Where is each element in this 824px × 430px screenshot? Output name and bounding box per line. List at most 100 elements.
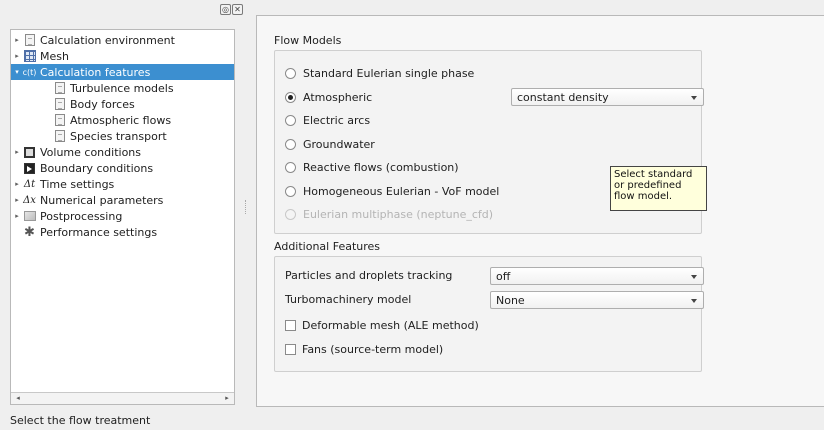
status-bar: Select the flow treatment — [0, 410, 824, 430]
tree-item-postprocessing[interactable]: ▸ Postprocessing — [11, 208, 234, 224]
radio-label: Electric arcs — [303, 114, 371, 127]
boundary-icon — [23, 162, 36, 175]
tooltip: Select standard or predefined flow model… — [610, 166, 707, 211]
tree-item-volume-conditions[interactable]: ▸ Volume conditions — [11, 144, 234, 160]
expand-arrow-icon[interactable]: ▸ — [11, 196, 23, 204]
additional-features-title: Additional Features — [274, 240, 381, 253]
tree-item-calculation-environment[interactable]: ▸ Calculation environment — [11, 32, 234, 48]
tooltip-line: Select standard — [614, 169, 693, 180]
tree-item-label: Boundary conditions — [40, 161, 154, 175]
tooltip-line: flow model. — [614, 191, 673, 202]
radio-button-icon[interactable] — [285, 139, 296, 150]
tree-item-label: Atmospheric flows — [70, 113, 172, 127]
chevron-down-icon — [691, 96, 697, 100]
turbomachinery-select[interactable]: None — [490, 291, 704, 309]
expand-arrow-icon[interactable]: ▸ — [11, 36, 23, 44]
radio-atmospheric[interactable]: Atmospheric — [285, 91, 372, 104]
expand-arrow-icon[interactable]: ▸ — [11, 180, 23, 188]
radio-electric-arcs[interactable]: Electric arcs — [285, 114, 370, 127]
radio-homogeneous-eulerian-vof[interactable]: Homogeneous Eulerian - VoF model — [285, 185, 499, 198]
tree-item-performance-settings[interactable]: ✱ Performance settings — [11, 224, 234, 240]
close-dock-button[interactable]: ✕ — [232, 4, 243, 15]
expand-arrow-icon[interactable]: ▸ — [11, 52, 23, 60]
document-icon — [23, 34, 36, 47]
atmospheric-model-select[interactable]: constant density — [511, 88, 704, 106]
radio-label: Standard Eulerian single phase — [303, 67, 475, 80]
document-icon — [53, 130, 66, 143]
dock-title-buttons: ◎ ✕ — [220, 4, 243, 15]
tree-item-label: Numerical parameters — [40, 193, 164, 207]
turbomachinery-label: Turbomachinery model — [285, 293, 412, 306]
radio-button-icon — [285, 209, 296, 220]
tree-item-label: Postprocessing — [40, 209, 123, 223]
select-value: constant density — [517, 90, 609, 104]
float-dock-button[interactable]: ◎ — [220, 4, 231, 15]
particles-tracking-select[interactable]: off — [490, 267, 704, 285]
tree-item-time-settings[interactable]: ▸ Δt Time settings — [11, 176, 234, 192]
chevron-down-icon — [691, 275, 697, 279]
expand-arrow-icon[interactable]: ▸ — [11, 148, 23, 156]
radio-eulerian-multiphase: Eulerian multiphase (neptune_cfd) — [285, 208, 493, 221]
radio-button-icon[interactable] — [285, 115, 296, 126]
radio-button-icon[interactable] — [285, 186, 296, 197]
tree-item-mesh[interactable]: ▸ Mesh — [11, 48, 234, 64]
tree-item-label: Turbulence models — [70, 81, 174, 95]
scroll-right-icon[interactable]: ▸ — [222, 394, 232, 403]
checkbox-icon[interactable] — [285, 344, 296, 355]
calculation-features-icon: c(t) — [22, 67, 37, 77]
mesh-icon — [23, 50, 36, 63]
select-value: None — [496, 293, 525, 307]
navigation-tree[interactable]: ▸ Calculation environment ▸ Mesh ▾ c(t) … — [10, 29, 235, 405]
expand-arrow-icon[interactable]: ▸ — [11, 212, 23, 220]
tree-item-species-transport[interactable]: Species transport — [11, 128, 234, 144]
checkbox-icon[interactable] — [285, 320, 296, 331]
radio-reactive-flows[interactable]: Reactive flows (combustion) — [285, 161, 459, 174]
radio-button-checked-icon[interactable] — [285, 92, 296, 103]
checkbox-label: Fans (source-term model) — [302, 343, 444, 356]
flow-models-title: Flow Models — [274, 34, 342, 47]
volume-icon — [23, 146, 36, 159]
tree-item-label: Time settings — [40, 177, 115, 191]
radio-label: Homogeneous Eulerian - VoF model — [303, 185, 500, 198]
horizontal-scrollbar[interactable]: ◂ ▸ — [11, 392, 234, 404]
scroll-left-icon[interactable]: ◂ — [13, 394, 23, 403]
tree-item-numerical-parameters[interactable]: ▸ Δx Numerical parameters — [11, 192, 234, 208]
tree-item-label: Performance settings — [40, 225, 158, 239]
tree-item-label: Mesh — [40, 49, 69, 63]
select-value: off — [496, 269, 511, 283]
tree-item-label: Species transport — [70, 129, 167, 143]
gear-icon: ✱ — [24, 224, 35, 240]
deformable-mesh-checkbox[interactable]: Deformable mesh (ALE method) — [285, 319, 479, 332]
radio-button-icon[interactable] — [285, 162, 296, 173]
tree-item-label: Calculation environment — [40, 33, 175, 47]
radio-groundwater[interactable]: Groundwater — [285, 138, 375, 151]
tree-item-label: Volume conditions — [40, 145, 141, 159]
radio-label: Reactive flows (combustion) — [303, 161, 459, 174]
radio-label: Eulerian multiphase (neptune_cfd) — [303, 208, 494, 221]
tree-item-turbulence-models[interactable]: Turbulence models — [11, 80, 234, 96]
status-text: Select the flow treatment — [10, 413, 151, 427]
tree-item-label: Body forces — [70, 97, 135, 111]
tree-item-label: Calculation features — [40, 65, 151, 79]
document-icon — [53, 114, 66, 127]
splitter-handle[interactable] — [245, 200, 247, 214]
delta-x-icon: Δx — [23, 194, 36, 206]
tree-item-calculation-features[interactable]: ▾ c(t) Calculation features — [11, 64, 234, 80]
radio-label: Groundwater — [303, 138, 375, 151]
tree-item-body-forces[interactable]: Body forces — [11, 96, 234, 112]
radio-label: Atmospheric — [303, 91, 373, 104]
document-icon — [53, 82, 66, 95]
checkbox-label: Deformable mesh (ALE method) — [302, 319, 479, 332]
postprocessing-icon — [23, 210, 36, 223]
tree-item-atmospheric-flows[interactable]: Atmospheric flows — [11, 112, 234, 128]
content-panel: Flow Models Standard Eulerian single pha… — [256, 15, 824, 407]
tree-item-boundary-conditions[interactable]: Boundary conditions — [11, 160, 234, 176]
radio-standard-eulerian[interactable]: Standard Eulerian single phase — [285, 67, 474, 80]
document-icon — [53, 98, 66, 111]
chevron-down-icon — [691, 299, 697, 303]
fans-checkbox[interactable]: Fans (source-term model) — [285, 343, 443, 356]
particles-tracking-label: Particles and droplets tracking — [285, 269, 453, 282]
tooltip-line: or predefined — [614, 180, 682, 191]
collapse-arrow-icon[interactable]: ▾ — [11, 68, 23, 76]
radio-button-icon[interactable] — [285, 68, 296, 79]
